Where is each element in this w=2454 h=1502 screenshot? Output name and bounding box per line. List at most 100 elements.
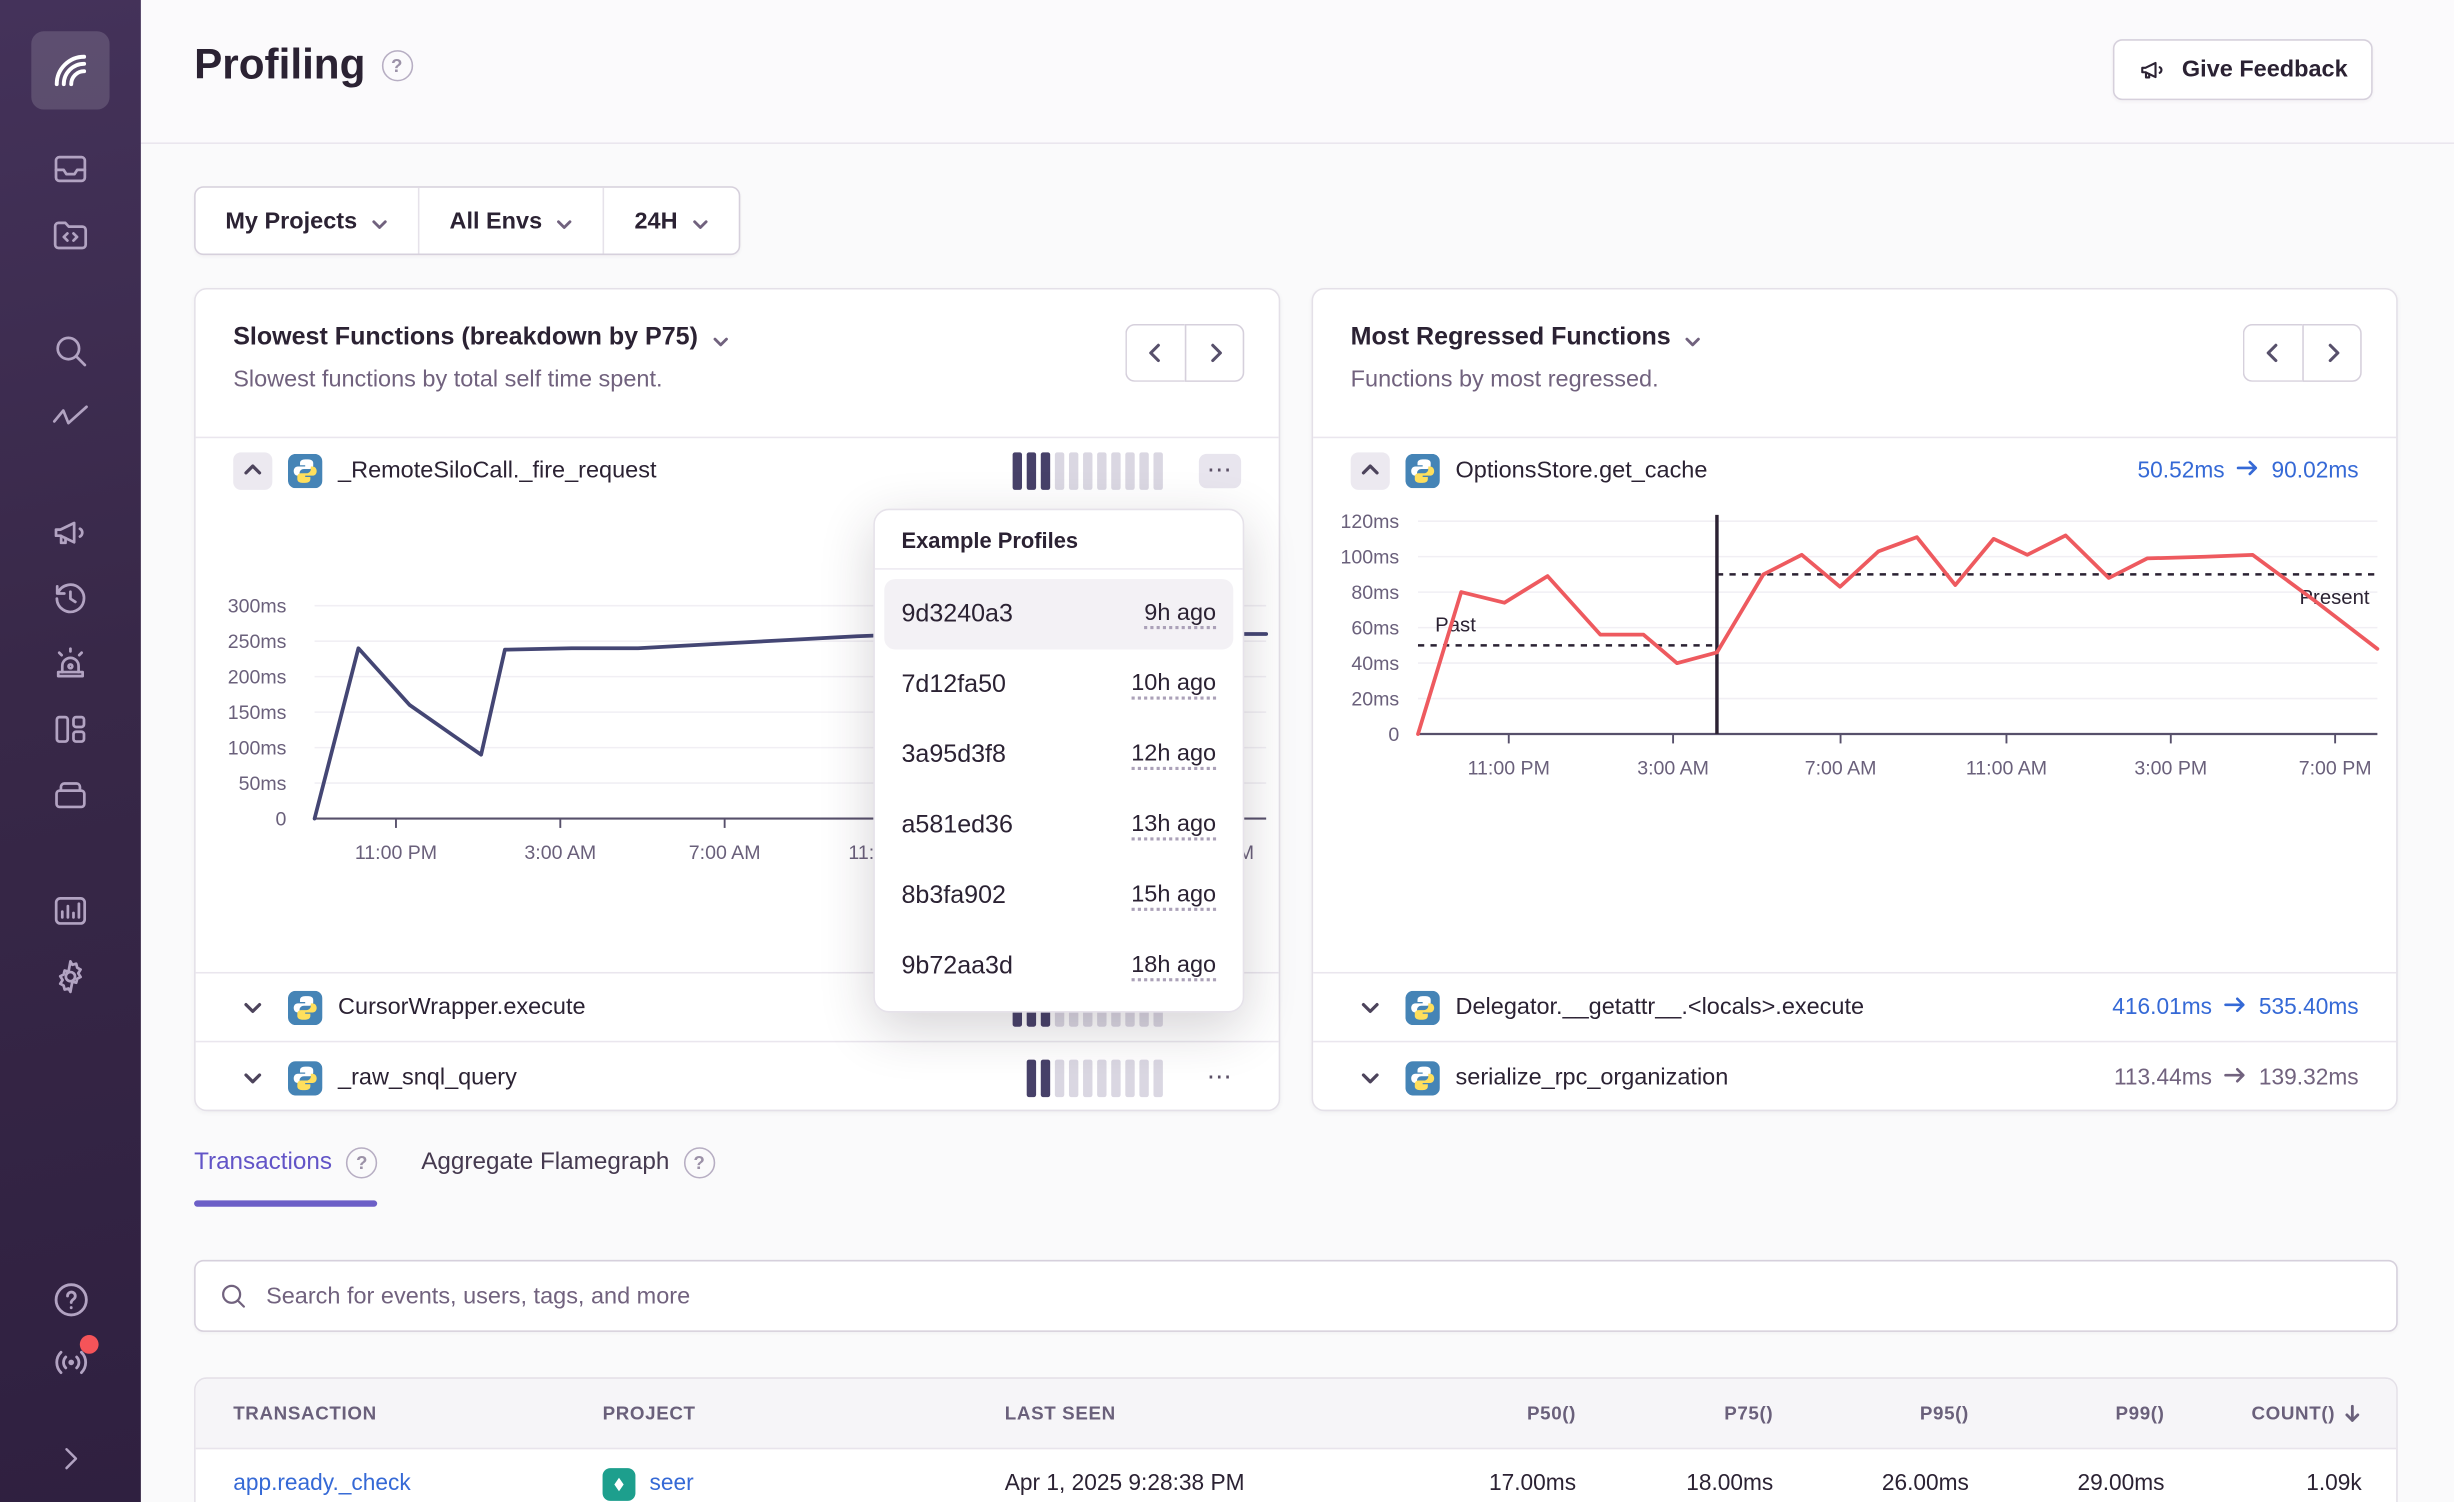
sidebar-item-alerts[interactable]: [49, 642, 93, 686]
after-value-link[interactable]: 90.02ms: [2272, 458, 2359, 483]
expand-button[interactable]: [1351, 1059, 1390, 1097]
example-profile-item[interactable]: 9b72aa3d 18h ago: [884, 931, 1233, 1001]
profile-sparkline[interactable]: [1013, 452, 1163, 490]
megaphone-icon: [2138, 55, 2168, 85]
sidebar-item-issues[interactable]: [49, 147, 93, 191]
sidebar-item-stats[interactable]: [49, 889, 93, 933]
function-name-link[interactable]: serialize_rpc_organization: [1456, 1064, 1729, 1091]
sidebar-item-feedback[interactable]: [49, 510, 93, 554]
give-feedback-button[interactable]: Give Feedback: [2113, 39, 2373, 100]
sentry-logo[interactable]: [31, 31, 109, 109]
before-value-link[interactable]: 50.52ms: [2138, 458, 2225, 483]
profile-time-link[interactable]: 10h ago: [1131, 670, 1216, 700]
more-options-button[interactable]: ⋯: [1199, 453, 1241, 487]
sparkline-bar-empty: [1125, 452, 1134, 490]
function-name-link[interactable]: CursorWrapper.execute: [338, 994, 586, 1021]
column-header-p99[interactable]: P99(): [1969, 1402, 2165, 1424]
profile-id[interactable]: 8b3fa902: [901, 882, 1005, 910]
column-header-transaction[interactable]: TRANSACTION: [233, 1402, 602, 1424]
profile-time-link[interactable]: 15h ago: [1131, 881, 1216, 911]
profile-id[interactable]: 3a95d3f8: [901, 741, 1005, 769]
slowest-functions-title-dropdown[interactable]: Slowest Functions (breakdown by P75): [233, 324, 1241, 352]
search-icon: [218, 1280, 249, 1311]
sidebar-expand-button[interactable]: [49, 1437, 93, 1481]
search-bar: [194, 1260, 2398, 1332]
after-value-link[interactable]: 535.40ms: [2259, 995, 2359, 1020]
column-header-p75[interactable]: P75(): [1576, 1402, 1773, 1424]
collapse-button[interactable]: [1351, 452, 1390, 490]
x-axis-label: 7:00 AM: [1805, 758, 1877, 780]
broadcast-icon[interactable]: [49, 1340, 93, 1384]
function-name-link[interactable]: _RemoteSiloCall._fire_request: [338, 457, 656, 484]
project-link[interactable]: seer: [650, 1471, 694, 1496]
sidebar-item-settings[interactable]: [49, 955, 93, 999]
column-header-project[interactable]: PROJECT: [603, 1402, 1005, 1424]
tab-aggregate-flamegraph[interactable]: Aggregate Flamegraph ?: [421, 1147, 715, 1206]
column-header-last-seen[interactable]: LAST SEEN: [1005, 1402, 1379, 1424]
search-input[interactable]: [266, 1283, 2374, 1310]
sidebar-nav: [49, 147, 93, 998]
sidebar-item-projects[interactable]: [49, 213, 93, 257]
sidebar-item-releases[interactable]: [49, 773, 93, 817]
column-header-p50[interactable]: P50(): [1379, 1402, 1576, 1424]
environments-filter[interactable]: All Envs: [418, 188, 603, 254]
example-profile-item[interactable]: 3a95d3f8 12h ago: [884, 720, 1233, 790]
most-regressed-chart: 020ms40ms60ms80ms100ms120ms11:00 PM3:00 …: [1313, 502, 2399, 972]
tab-help-icon[interactable]: ?: [683, 1147, 714, 1178]
arrow-right-icon: [2237, 458, 2259, 483]
sparkline-bar-filled: [1041, 1059, 1050, 1097]
profile-time-link[interactable]: 13h ago: [1131, 811, 1216, 841]
y-axis-label: 0: [276, 809, 287, 831]
page-help-icon[interactable]: ?: [381, 49, 412, 80]
function-name-link[interactable]: _raw_snql_query: [338, 1064, 517, 1091]
page-title: Profiling: [194, 41, 365, 90]
example-profile-item[interactable]: 9d3240a3 9h ago: [884, 579, 1233, 649]
transaction-link[interactable]: app.ready._check: [233, 1471, 602, 1496]
help-icon[interactable]: [49, 1277, 93, 1321]
sidebar-item-traces[interactable]: [49, 394, 93, 438]
tab-transactions[interactable]: Transactions ?: [194, 1147, 377, 1206]
table-row[interactable]: app.ready._check seer Apr 1, 2025 9:28:3…: [196, 1449, 2397, 1502]
collapse-button[interactable]: [233, 452, 272, 490]
sidebar-item-replays[interactable]: [49, 576, 93, 620]
column-header-count[interactable]: COUNT(): [2165, 1402, 2362, 1424]
profile-id[interactable]: 9b72aa3d: [901, 952, 1012, 980]
profile-sparkline[interactable]: [1027, 1059, 1163, 1097]
next-page-button[interactable]: [2302, 324, 2361, 382]
sparkline-bar-empty: [1055, 1059, 1064, 1097]
prev-page-button[interactable]: [1125, 324, 1184, 382]
profile-time-link[interactable]: 9h ago: [1144, 599, 1216, 629]
example-profile-item[interactable]: 7d12fa50 10h ago: [884, 650, 1233, 720]
sparkline-bar-empty: [1069, 452, 1078, 490]
most-regressed-card: Most Regressed Functions Functions by mo…: [1312, 288, 2398, 1111]
after-value: 139.32ms: [2259, 1065, 2359, 1090]
more-options-button[interactable]: ⋯: [1199, 1060, 1241, 1094]
p75-cell: 18.00ms: [1576, 1471, 1773, 1496]
profile-id[interactable]: a581ed36: [901, 812, 1012, 840]
profile-id[interactable]: 7d12fa50: [901, 671, 1005, 699]
before-value-link[interactable]: 416.01ms: [2112, 995, 2212, 1020]
most-regressed-title-dropdown[interactable]: Most Regressed Functions: [1351, 324, 2359, 352]
prev-page-button[interactable]: [2243, 324, 2302, 382]
example-profile-item[interactable]: a581ed36 13h ago: [884, 790, 1233, 860]
column-header-p95[interactable]: P95(): [1773, 1402, 1969, 1424]
example-profile-item[interactable]: 8b3fa902 15h ago: [884, 861, 1233, 931]
sidebar-item-dashboards[interactable]: [49, 707, 93, 751]
expand-button[interactable]: [233, 988, 272, 1026]
function-name-link[interactable]: Delegator.__getattr__.<locals>.execute: [1456, 994, 1865, 1021]
tab-help-icon[interactable]: ?: [346, 1147, 377, 1178]
sparkline-bar-empty: [1153, 452, 1162, 490]
sidebar: [0, 0, 141, 1502]
profile-time-link[interactable]: 12h ago: [1131, 740, 1216, 770]
profile-id[interactable]: 9d3240a3: [901, 600, 1012, 628]
next-page-button[interactable]: [1185, 324, 1244, 382]
function-row-expanded: OptionsStore.get_cache 50.52ms 90.02ms: [1313, 438, 2396, 502]
time-range-filter[interactable]: 24H: [603, 188, 738, 254]
x-axis-label: 3:00 AM: [1637, 758, 1709, 780]
sidebar-item-explore[interactable]: [49, 329, 93, 373]
expand-button[interactable]: [1351, 988, 1390, 1026]
function-name-link[interactable]: OptionsStore.get_cache: [1456, 457, 1708, 484]
profile-time-link[interactable]: 18h ago: [1131, 952, 1216, 982]
projects-filter[interactable]: My Projects: [196, 188, 419, 254]
expand-button[interactable]: [233, 1059, 272, 1097]
